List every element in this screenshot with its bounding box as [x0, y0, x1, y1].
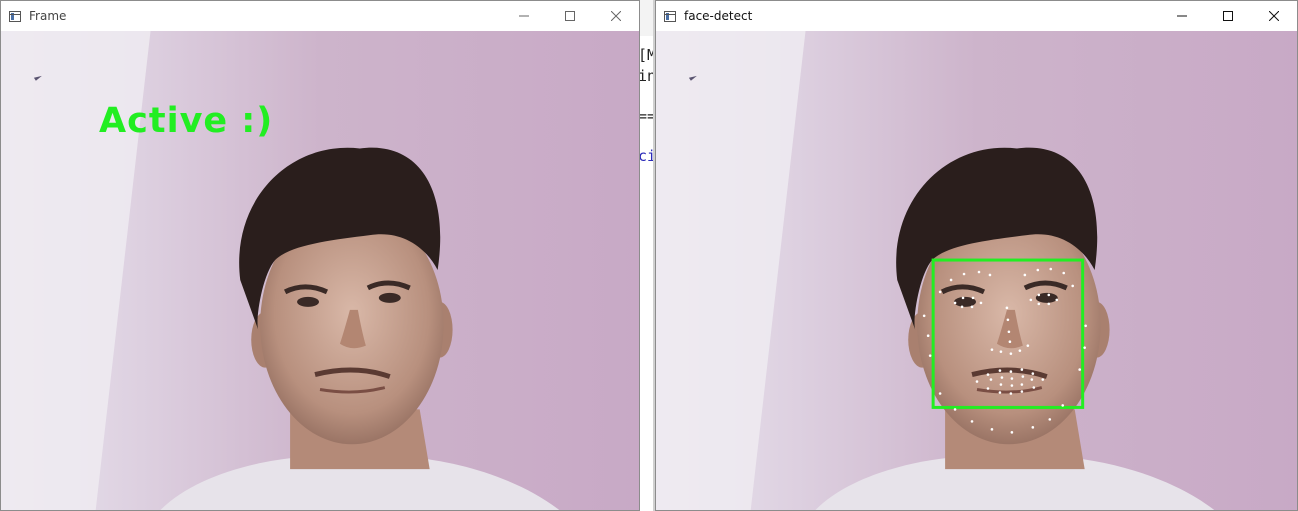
frame-titlebar[interactable]: Frame — [1, 1, 639, 31]
camera-image — [1, 31, 639, 510]
minimize-icon — [1177, 15, 1187, 17]
detection-image — [656, 31, 1297, 510]
close-icon — [1269, 11, 1279, 21]
close-icon — [611, 11, 621, 21]
window-controls — [1159, 1, 1297, 31]
close-button[interactable] — [1251, 1, 1297, 31]
app-window-icon — [9, 10, 21, 22]
minimize-button[interactable] — [1159, 1, 1205, 31]
window-title: face-detect — [684, 9, 753, 23]
maximize-button[interactable] — [1205, 1, 1251, 31]
status-overlay-text: Active :) — [99, 101, 274, 141]
minimize-button[interactable] — [501, 1, 547, 31]
close-button[interactable] — [593, 1, 639, 31]
window-title: Frame — [29, 9, 67, 23]
face-detect-window[interactable]: face-detect — [655, 0, 1298, 511]
detection-frame — [656, 31, 1297, 510]
maximize-icon — [1223, 11, 1233, 21]
camera-frame: Active :) — [1, 31, 639, 510]
maximize-button[interactable] — [547, 1, 593, 31]
frame-window[interactable]: Frame Active:) — [0, 0, 640, 511]
window-controls — [501, 1, 639, 31]
maximize-icon — [565, 11, 575, 21]
face-detect-titlebar[interactable]: face-detect — [656, 1, 1297, 31]
minimize-icon — [519, 15, 529, 17]
app-window-icon — [664, 10, 676, 22]
